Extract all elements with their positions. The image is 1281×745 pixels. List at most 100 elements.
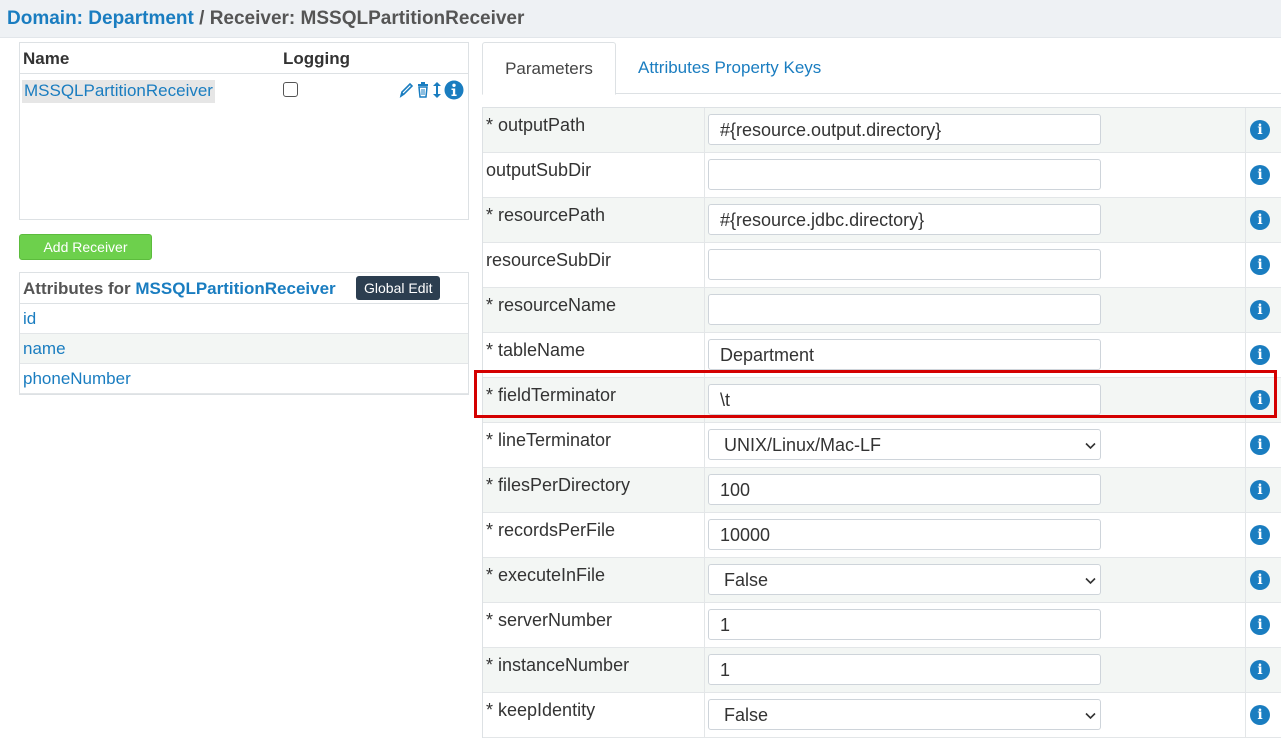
- parameter-label-cell: resourceSubDir: [483, 243, 705, 287]
- parameter-input[interactable]: 1: [708, 654, 1101, 685]
- parameter-value: 1: [720, 615, 731, 635]
- parameter-input[interactable]: \t: [708, 384, 1101, 415]
- parameter-label-cell: * executeInFile: [483, 558, 705, 602]
- receivers-table-header: Name Logging: [20, 43, 468, 74]
- tab-bar: Parameters Attributes Property Keys: [482, 42, 1281, 95]
- global-edit-button[interactable]: Global Edit: [356, 276, 441, 300]
- chevron-down-icon: [1085, 712, 1096, 720]
- parameter-input[interactable]: 1: [708, 609, 1101, 640]
- parameter-label: * serverNumber: [486, 610, 613, 630]
- parameter-label-cell: * fieldTerminator: [483, 378, 705, 422]
- trash-icon[interactable]: [416, 81, 430, 99]
- tab-parameters[interactable]: Parameters: [482, 42, 616, 95]
- parameter-input[interactable]: [708, 294, 1101, 325]
- breadcrumb-domain-link[interactable]: Domain: Department: [7, 8, 194, 29]
- parameter-value: \t: [720, 390, 731, 410]
- logging-checkbox[interactable]: [283, 82, 298, 97]
- parameter-label: * resourcePath: [486, 205, 606, 225]
- parameter-input[interactable]: Department: [708, 339, 1101, 370]
- attributes-title: Attributes for MSSQLPartitionReceiver: [23, 279, 336, 299]
- info-icon[interactable]: i: [1250, 390, 1270, 410]
- parameter-row: * filesPerDirectory 100 i: [483, 468, 1281, 513]
- chevron-down-icon: [1085, 442, 1096, 450]
- info-icon[interactable]: i: [1250, 525, 1270, 545]
- parameter-row: * lineTerminator UNIX/Linux/Mac-LF i: [483, 423, 1281, 468]
- attribute-link-phone-number[interactable]: phoneNumber: [23, 369, 131, 389]
- parameter-value: #{resource.jdbc.directory}: [720, 210, 925, 230]
- parameter-row: * recordsPerFile 10000 i: [483, 513, 1281, 558]
- edit-icon[interactable]: [398, 81, 414, 99]
- parameter-label: * instanceNumber: [486, 655, 630, 675]
- parameter-input[interactable]: 10000: [708, 519, 1101, 550]
- receiver-row: MSSQLPartitionReceiver: [20, 74, 468, 106]
- info-icon[interactable]: i: [1250, 165, 1270, 185]
- info-icon[interactable]: i: [1250, 255, 1270, 275]
- parameter-input[interactable]: #{resource.jdbc.directory}: [708, 204, 1101, 235]
- parameter-input[interactable]: [708, 159, 1101, 190]
- parameter-label: * filesPerDirectory: [486, 475, 631, 495]
- attribute-row: id: [20, 304, 468, 334]
- parameter-select[interactable]: UNIX/Linux/Mac-LF: [708, 429, 1101, 460]
- parameter-row: * resourceName i: [483, 288, 1281, 333]
- parameter-value: 10000: [720, 525, 771, 545]
- info-icon[interactable]: i: [1250, 345, 1270, 365]
- info-icon[interactable]: i: [1250, 300, 1270, 320]
- receiver-actions: [398, 80, 464, 100]
- parameter-value: False: [724, 705, 769, 725]
- info-icon[interactable]: i: [1250, 480, 1270, 500]
- parameter-label: * tableName: [486, 340, 586, 360]
- parameter-label: resourceSubDir: [486, 250, 612, 270]
- attribute-link-id[interactable]: id: [23, 309, 36, 329]
- parameter-label-cell: outputSubDir: [483, 153, 705, 197]
- parameter-row: resourceSubDir i: [483, 243, 1281, 288]
- parameter-label: * lineTerminator: [486, 430, 612, 450]
- parameter-input[interactable]: #{resource.output.directory}: [708, 114, 1101, 145]
- parameter-label: * keepIdentity: [486, 700, 596, 720]
- breadcrumb-separator: /: [193, 8, 210, 29]
- info-icon[interactable]: i: [1250, 435, 1270, 455]
- column-header-logging: Logging: [283, 49, 351, 68]
- attributes-list: id name phoneNumber: [20, 304, 468, 394]
- info-icon[interactable]: [444, 80, 464, 100]
- attributes-receiver-link[interactable]: MSSQLPartitionReceiver: [135, 279, 335, 298]
- parameter-label: * outputPath: [486, 115, 586, 135]
- info-icon[interactable]: i: [1250, 615, 1270, 635]
- reorder-icon[interactable]: [432, 81, 442, 99]
- parameter-label-cell: * tableName: [483, 333, 705, 377]
- parameter-label-cell: * outputPath: [483, 108, 705, 152]
- parameter-select[interactable]: False: [708, 564, 1101, 595]
- parameter-row: * keepIdentity False i: [483, 693, 1281, 738]
- parameter-row: * tableName Department i: [483, 333, 1281, 378]
- attribute-link-name[interactable]: name: [23, 339, 66, 359]
- parameter-input[interactable]: 100: [708, 474, 1101, 505]
- parameter-label-cell: * resourcePath: [483, 198, 705, 242]
- parameter-input[interactable]: [708, 249, 1101, 280]
- parameter-label: * recordsPerFile: [486, 520, 616, 540]
- add-receiver-button[interactable]: Add Receiver: [19, 234, 152, 260]
- chevron-down-icon: [1085, 577, 1096, 585]
- parameter-label-cell: * instanceNumber: [483, 648, 705, 692]
- parameters-table: * outputPath #{resource.output.directory}…: [482, 107, 1281, 738]
- parameter-value: False: [724, 570, 769, 590]
- attributes-title-prefix: Attributes for: [23, 279, 136, 298]
- parameter-row: outputSubDir i: [483, 153, 1281, 198]
- parameter-row: * resourcePath #{resource.jdbc.directory}…: [483, 198, 1281, 243]
- attribute-row: name: [20, 334, 468, 364]
- info-icon[interactable]: i: [1250, 570, 1270, 590]
- breadcrumb-receiver: Receiver: MSSQLPartitionReceiver: [209, 8, 525, 29]
- parameter-label: * resourceName: [486, 295, 617, 315]
- tab-attributes-property-keys[interactable]: Attributes Property Keys: [638, 42, 821, 94]
- parameter-label: outputSubDir: [486, 160, 592, 180]
- parameter-value: Department: [720, 345, 815, 365]
- info-icon[interactable]: i: [1250, 660, 1270, 680]
- attributes-header: Attributes for MSSQLPartitionReceiver Gl…: [20, 273, 468, 304]
- info-icon[interactable]: i: [1250, 705, 1270, 725]
- receiver-name-link[interactable]: MSSQLPartitionReceiver: [22, 80, 215, 103]
- info-icon[interactable]: i: [1250, 120, 1270, 140]
- parameter-select[interactable]: False: [708, 699, 1101, 730]
- parameter-label-cell: * keepIdentity: [483, 693, 705, 737]
- info-icon[interactable]: i: [1250, 210, 1270, 230]
- breadcrumb: Domain: Department / Receiver: MSSQLPart…: [7, 8, 524, 30]
- parameter-row: * executeInFile False i: [483, 558, 1281, 603]
- parameter-row: * serverNumber 1 i: [483, 603, 1281, 648]
